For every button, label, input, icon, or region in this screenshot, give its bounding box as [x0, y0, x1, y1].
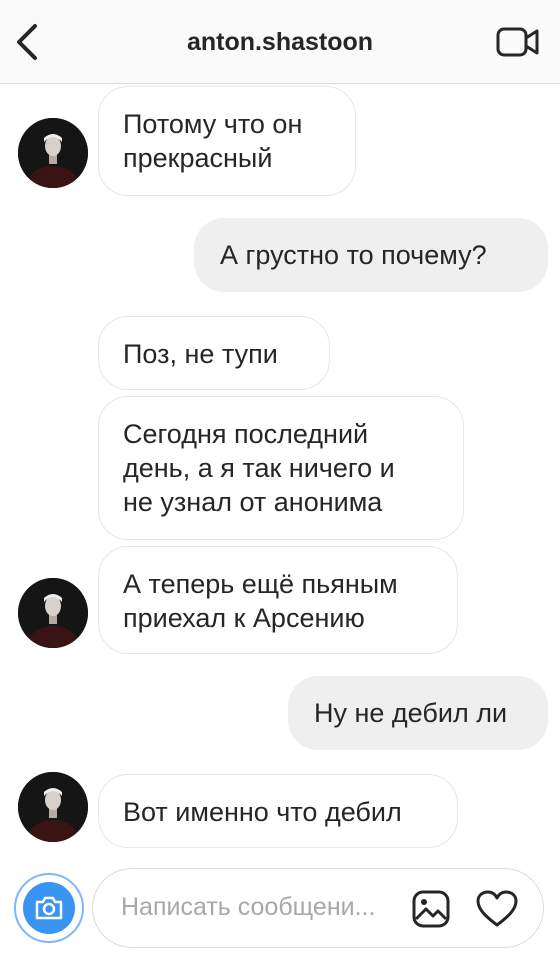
message-line: Сегодня последний [123, 419, 369, 449]
message-text: А теперь ещё пьяным приехал к Арсению [123, 567, 433, 635]
gallery-icon [412, 890, 450, 928]
message-text: А грустно то почему? [220, 240, 487, 270]
avatar-photo [18, 118, 88, 188]
message-text: Сегодня последний день, а я так ничего и… [123, 417, 439, 519]
video-camera-icon [496, 27, 539, 57]
camera-icon-bg [23, 882, 75, 934]
message-input[interactable]: Написать сообщени... [92, 868, 544, 948]
video-call-button[interactable] [494, 22, 542, 62]
chat-title[interactable]: anton.shastoon [0, 28, 560, 57]
message-line: А теперь ещё пьяным [123, 569, 398, 599]
message-bubble-incoming[interactable]: Сегодня последний день, а я так ничего и… [98, 396, 464, 540]
avatar[interactable] [18, 118, 88, 188]
like-button[interactable] [475, 889, 519, 929]
avatar-photo [18, 772, 88, 842]
message-text: Вот именно что дебил [123, 797, 402, 827]
message-text: Потому что он прекрасный [123, 107, 331, 175]
avatar[interactable] [18, 772, 88, 842]
message-line: приехал к Арсению [123, 603, 365, 633]
gallery-button[interactable] [411, 889, 451, 929]
message-line: день, а я так ничего и [123, 453, 395, 483]
message-composer: Написать сообщени... [14, 868, 544, 948]
message-bubble-incoming[interactable]: Вот именно что дебил [98, 774, 458, 848]
avatar[interactable] [18, 578, 88, 648]
message-bubble-incoming[interactable]: Потому что он прекрасный [98, 86, 356, 196]
heart-icon [476, 890, 518, 927]
message-line: не узнал от анонима [123, 487, 383, 517]
camera-button[interactable] [14, 873, 84, 943]
message-input-placeholder: Написать сообщени... [121, 893, 376, 921]
camera-icon [35, 896, 63, 920]
message-line: прекрасный [123, 143, 273, 173]
message-bubble-outgoing[interactable]: Ну не дебил ли [288, 676, 548, 750]
chat-header: anton.shastoon [0, 0, 560, 84]
message-text: Поз, не тупи [123, 339, 278, 369]
message-bubble-incoming[interactable]: Поз, не тупи [98, 316, 330, 390]
avatar-photo [18, 578, 88, 648]
message-text: Ну не дебил ли [314, 698, 508, 728]
message-line: Потому что он [123, 109, 303, 139]
message-bubble-incoming[interactable]: А теперь ещё пьяным приехал к Арсению [98, 546, 458, 654]
message-bubble-outgoing[interactable]: А грустно то почему? [194, 218, 548, 292]
